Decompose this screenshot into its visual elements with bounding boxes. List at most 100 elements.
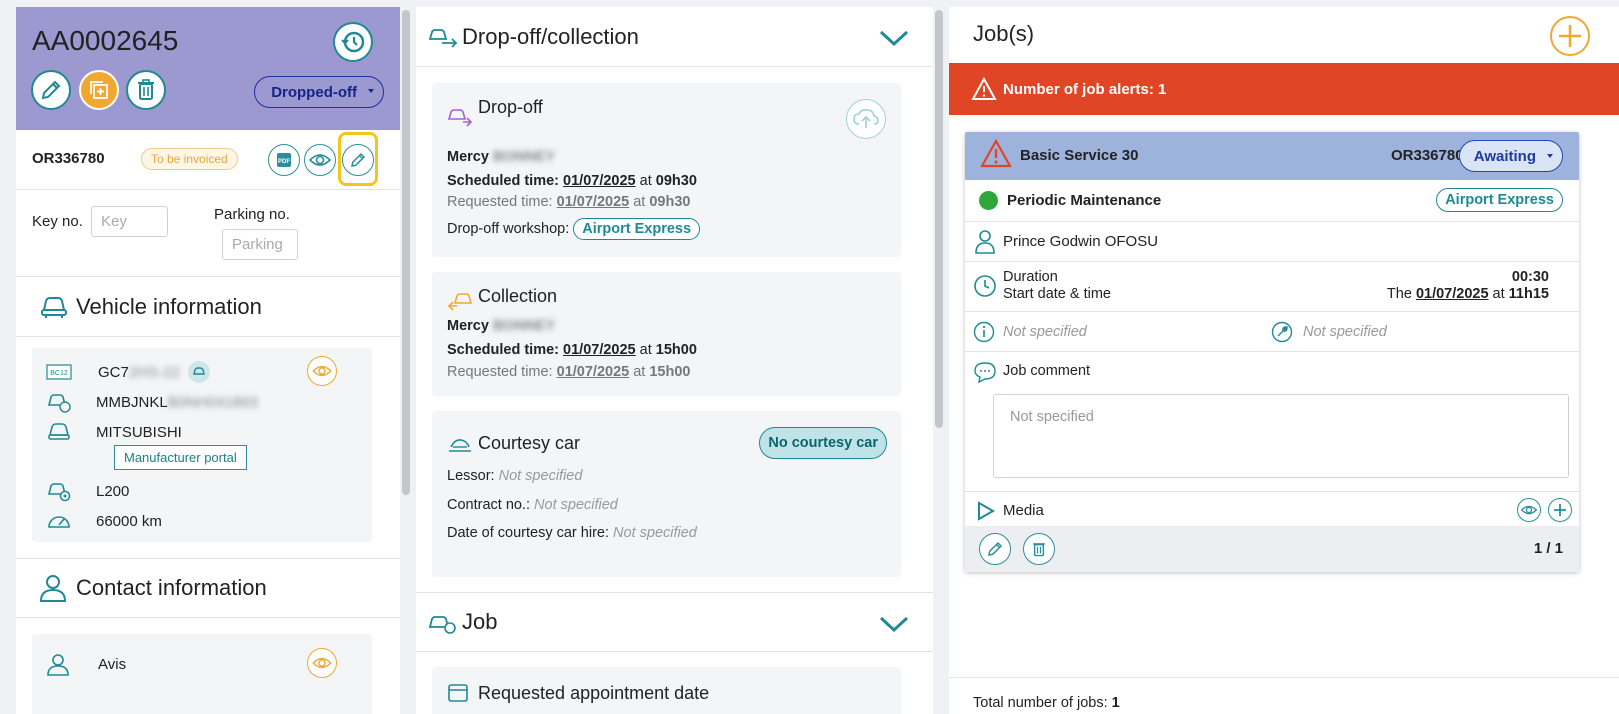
person-icon xyxy=(46,652,76,676)
plate-number: AA0002645 xyxy=(32,25,179,56)
job-section-header[interactable]: Job xyxy=(416,592,933,652)
model-row: L200 xyxy=(46,479,129,503)
job-type: Periodic Maintenance xyxy=(1007,192,1162,209)
comment-icon xyxy=(974,362,996,383)
sync-button[interactable] xyxy=(846,99,886,139)
car-icon xyxy=(46,420,76,444)
registration-row: BC12 GC72HS-22 xyxy=(46,360,210,384)
calendar-icon xyxy=(448,684,468,702)
key-input[interactable]: Key xyxy=(91,206,168,237)
history-button[interactable] xyxy=(333,22,373,62)
job-card: Basic Service 30 OR336780 Awaiting Perio… xyxy=(965,132,1579,572)
start-label: Start date & time xyxy=(1003,286,1111,302)
car-vin-icon xyxy=(46,390,76,414)
start-value: The 01/07/2025 at 11h15 xyxy=(1386,286,1549,302)
view-media-button[interactable] xyxy=(1517,498,1541,522)
manufacturer-portal-button[interactable]: Manufacturer portal xyxy=(114,445,247,470)
info-icon xyxy=(973,321,995,343)
lessor-row: Lessor: Not specified xyxy=(447,468,583,484)
vin-value: MMBJNKLB0NH041863 xyxy=(96,393,258,411)
add-job-button[interactable] xyxy=(1550,16,1590,56)
delete-job-button[interactable] xyxy=(1023,533,1055,565)
middle-scrollbar-thumb[interactable] xyxy=(935,10,943,428)
pdf-button[interactable]: PDF xyxy=(268,144,300,176)
middle-scrollbar[interactable] xyxy=(935,10,943,714)
order-row: OR336780 To be invoiced PDF xyxy=(16,130,400,190)
tool-value: Not specified xyxy=(1303,324,1387,340)
contact-card: Avis xyxy=(32,634,372,714)
wrench-icon xyxy=(1271,321,1293,343)
vin-row: MMBJNKLB0NH041863 xyxy=(46,390,258,414)
parking-input[interactable]: Parking xyxy=(222,229,298,260)
caret-down-icon xyxy=(1547,154,1553,158)
contact-name: Avis xyxy=(98,655,127,673)
job-section-title: Job xyxy=(462,609,498,634)
media-label: Media xyxy=(1003,502,1044,519)
play-icon xyxy=(978,501,995,521)
edit-vehicle-button[interactable] xyxy=(31,70,71,110)
info-value: Not specified xyxy=(1003,324,1087,340)
details-row: Not specified Not specified xyxy=(965,312,1579,352)
edit-job-button[interactable] xyxy=(979,533,1011,565)
trash-icon xyxy=(1033,543,1045,557)
job-order-code: OR336780 xyxy=(1391,147,1464,164)
duration-value: 00:30 xyxy=(1511,269,1549,285)
car-link-icon[interactable] xyxy=(187,361,210,383)
chevron-down-icon[interactable] xyxy=(879,29,909,47)
total-jobs: Total number of jobs: 1 xyxy=(973,695,1120,711)
job-workshop-pill[interactable]: Airport Express xyxy=(1436,188,1563,212)
delete-vehicle-button[interactable] xyxy=(126,70,166,110)
car-transfer-icon xyxy=(428,29,458,48)
view-contact-button[interactable] xyxy=(307,648,337,678)
history-icon xyxy=(341,31,365,53)
dropoff-car-icon xyxy=(447,109,473,127)
view-vehicle-button[interactable] xyxy=(307,356,337,386)
warning-icon xyxy=(971,77,997,100)
no-courtesy-badge[interactable]: No courtesy car xyxy=(759,427,887,459)
pencil-icon xyxy=(351,152,366,167)
car-icon xyxy=(41,297,67,318)
contact-section-title: Contact information xyxy=(76,575,267,600)
vehicle-panel: AA0002645 Dropped-off OR336780 To be inv… xyxy=(16,7,400,714)
comment-textarea[interactable]: Not specified xyxy=(993,394,1569,478)
duration-row: Duration Start date & time 00:30 The 01/… xyxy=(965,262,1579,312)
dropoff-panel: Drop-off/collection Drop-off Mercy BONNE… xyxy=(416,7,933,714)
cloud-sync-icon xyxy=(853,109,879,128)
courtesy-car-icon xyxy=(449,439,471,452)
workshop-pill[interactable]: Airport Express xyxy=(573,218,701,240)
registration-value: GC72HS-22 xyxy=(98,363,180,381)
left-scrollbar-thumb[interactable] xyxy=(402,10,410,495)
job-pagination: 1 / 1 xyxy=(1533,540,1563,557)
comment-label: Job comment xyxy=(1003,363,1091,379)
caret-down-icon xyxy=(368,89,374,93)
job-alert-bar[interactable]: Number of job alerts: 1 xyxy=(949,63,1619,115)
speedometer-icon xyxy=(46,509,76,533)
license-plate-icon: BC12 xyxy=(46,360,76,384)
dropoff-person: Mercy BONNEY xyxy=(447,149,555,165)
status-dropdown[interactable]: Dropped-off xyxy=(254,76,384,108)
edit-order-button[interactable] xyxy=(342,144,374,176)
dropoff-section-header[interactable]: Drop-off/collection xyxy=(416,7,933,67)
duplicate-button[interactable] xyxy=(79,70,119,110)
total-divider xyxy=(949,677,1619,678)
plus-icon xyxy=(1554,504,1566,516)
dropoff-card: Drop-off Mercy BONNEY Scheduled time: 01… xyxy=(432,83,901,257)
eye-icon xyxy=(312,365,332,377)
job-status-dropdown[interactable]: Awaiting xyxy=(1458,140,1563,172)
hire-date-row: Date of courtesy car hire: Not specified xyxy=(447,525,697,541)
status-label: Dropped-off xyxy=(271,83,357,101)
contract-row: Contract no.: Not specified xyxy=(447,497,618,513)
view-order-button[interactable] xyxy=(304,144,336,176)
vehicle-section-header: Vehicle information xyxy=(16,277,400,337)
collection-title: Collection xyxy=(478,286,558,306)
dropoff-requested: Requested time: 01/07/2025 at 09h30 xyxy=(447,194,691,210)
chevron-down-icon[interactable] xyxy=(879,615,909,633)
vehicle-section-title: Vehicle information xyxy=(76,293,262,319)
plate-icon-text: BC12 xyxy=(50,370,68,377)
pencil-icon xyxy=(41,80,61,100)
add-media-button[interactable] xyxy=(1548,498,1572,522)
mileage-value: 66000 km xyxy=(96,512,162,530)
job-card-footer: 1 / 1 xyxy=(965,526,1579,572)
left-scrollbar[interactable] xyxy=(402,10,410,714)
car-wrench-icon xyxy=(428,616,456,634)
